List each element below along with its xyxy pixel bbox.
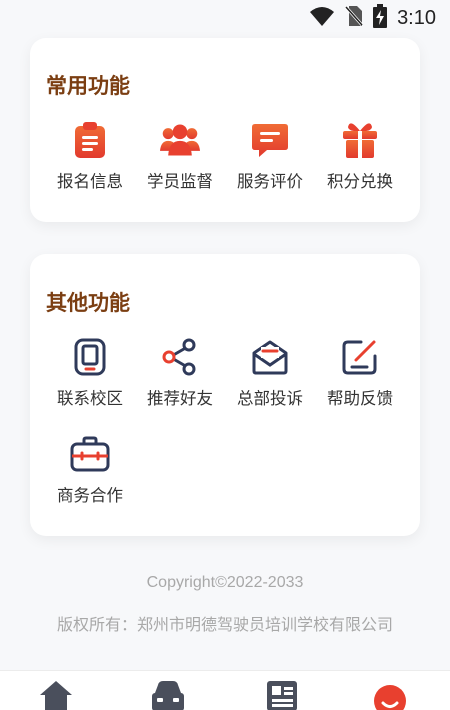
grid-item-recommend-friend[interactable]: 推荐好友 bbox=[135, 337, 225, 417]
common-functions-card: 常用功能 报名信息 学员监督 服务评价 积分兑换 bbox=[30, 38, 420, 222]
grid-item-hq-complaint[interactable]: 总部投诉 bbox=[225, 337, 315, 417]
grid-item-contact-campus[interactable]: 联系校区 bbox=[45, 337, 135, 417]
common-functions-title: 常用功能 bbox=[46, 73, 130, 98]
grid-item-label: 积分兑换 bbox=[327, 172, 393, 191]
grid-item-service-rating[interactable]: 服务评价 bbox=[225, 120, 315, 200]
home-icon bbox=[38, 679, 74, 710]
other-functions-card: 其他功能 联系校区 推荐好友 总部投诉 帮助反馈 商务合作 bbox=[30, 254, 420, 536]
edit-icon bbox=[340, 337, 380, 377]
grid-item-label: 商务合作 bbox=[57, 486, 123, 505]
share-icon bbox=[160, 337, 200, 377]
grid-item-label: 联系校区 bbox=[57, 389, 123, 408]
grid-item-business-cooperation[interactable]: 商务合作 bbox=[45, 434, 135, 514]
tab-home[interactable] bbox=[36, 679, 76, 710]
profile-icon bbox=[372, 679, 408, 710]
grid-item-label: 总部投诉 bbox=[237, 389, 303, 408]
message-icon bbox=[250, 120, 290, 160]
grid-item-label: 服务评价 bbox=[237, 172, 303, 191]
users-icon bbox=[160, 120, 200, 160]
grid-item-help-feedback[interactable]: 帮助反馈 bbox=[315, 337, 405, 417]
gift-icon bbox=[340, 120, 380, 160]
tab-profile[interactable] bbox=[370, 679, 410, 710]
grid-item-signup-info[interactable]: 报名信息 bbox=[45, 120, 135, 200]
owner-text: 版权所有：郑州市明德驾驶员培训学校有限公司 bbox=[56, 615, 393, 634]
grid-item-label: 帮助反馈 bbox=[327, 389, 393, 408]
grid-item-label: 推荐好友 bbox=[147, 389, 213, 408]
car-icon bbox=[150, 679, 186, 710]
briefcase-icon bbox=[70, 434, 110, 474]
status-bar: 3:10 bbox=[0, 0, 450, 36]
news-icon bbox=[264, 679, 300, 710]
tab-car[interactable] bbox=[148, 679, 188, 710]
grid-item-label: 学员监督 bbox=[147, 172, 213, 191]
phone-icon bbox=[70, 337, 110, 377]
bottom-tab-bar bbox=[0, 670, 450, 710]
grid-item-label: 报名信息 bbox=[57, 172, 123, 191]
no-sim-icon bbox=[344, 5, 364, 31]
wifi-icon bbox=[309, 5, 335, 31]
other-functions-title: 其他功能 bbox=[46, 290, 130, 315]
grid-item-points-exchange[interactable]: 积分兑换 bbox=[315, 120, 405, 200]
mail-icon bbox=[250, 337, 290, 377]
copyright-text: Copyright©2022-2033 bbox=[146, 574, 304, 591]
tab-news[interactable] bbox=[262, 679, 302, 710]
grid-item-student-supervision[interactable]: 学员监督 bbox=[135, 120, 225, 200]
clipboard-icon bbox=[70, 120, 110, 160]
status-time: 3:10 bbox=[397, 6, 436, 29]
battery-charging-icon bbox=[373, 4, 388, 32]
